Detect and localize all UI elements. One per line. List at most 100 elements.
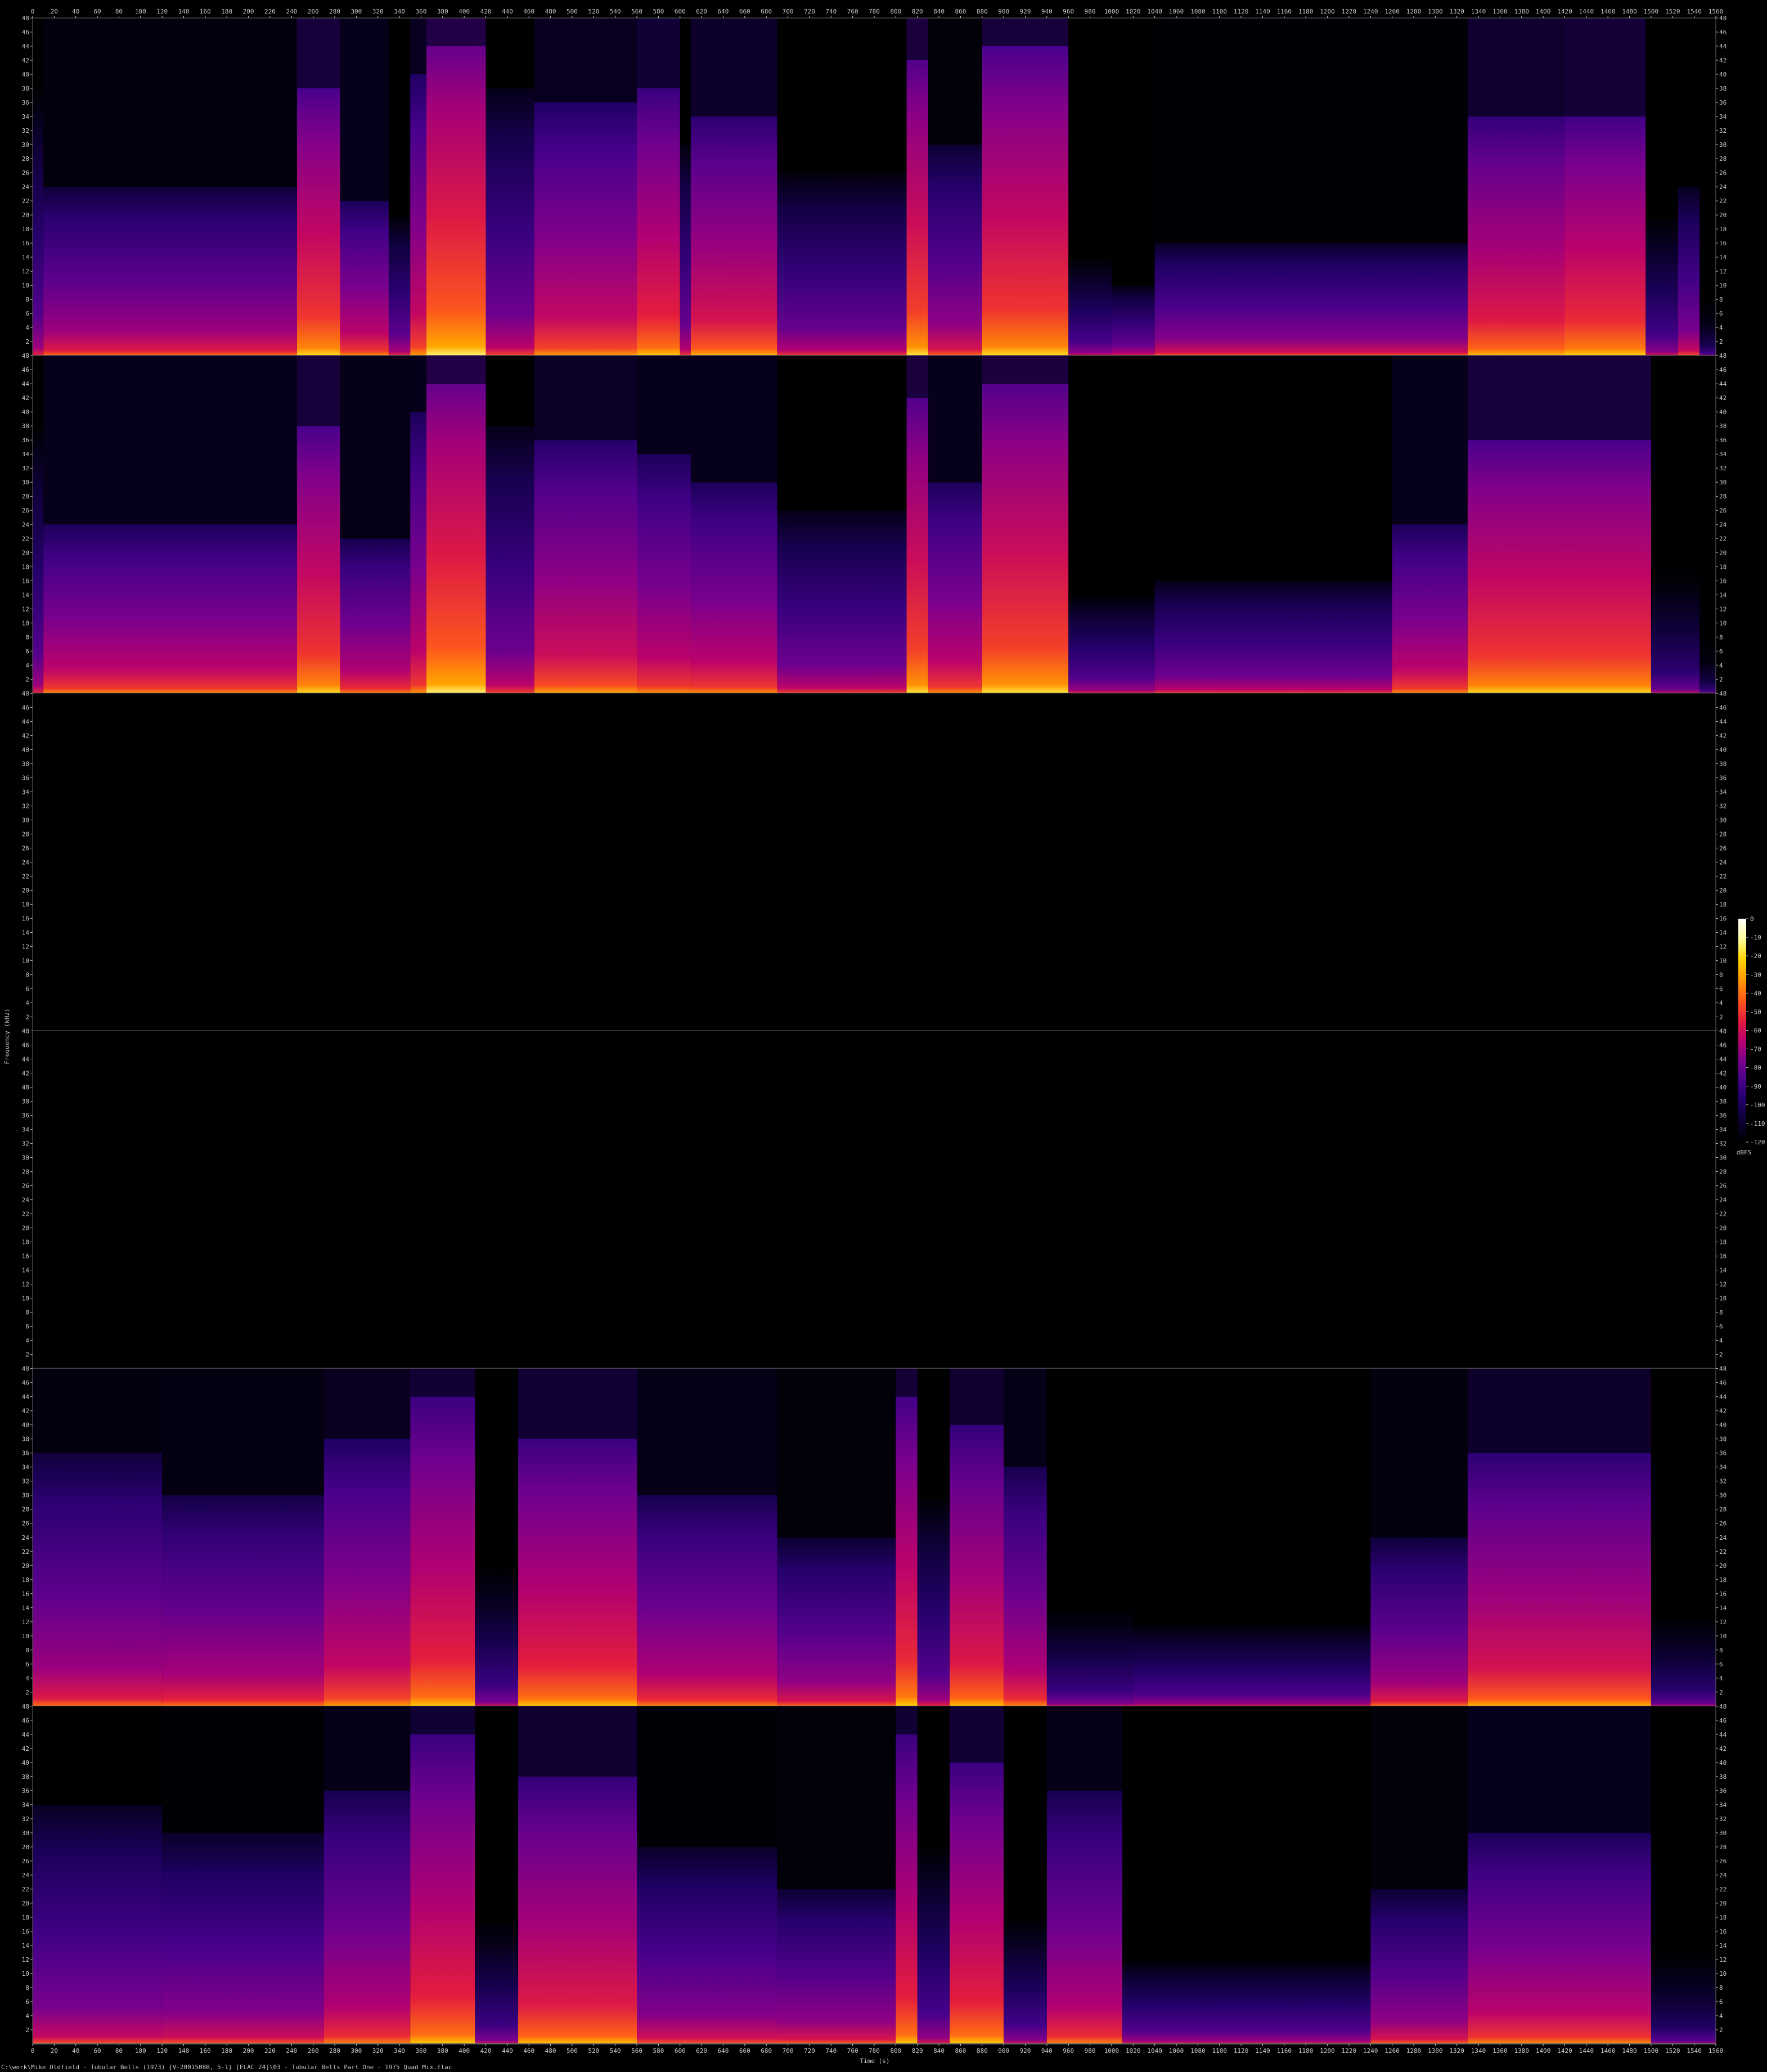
x-tick-label: 280 xyxy=(329,8,340,15)
x-tick-label: 1360 xyxy=(1492,2047,1508,2055)
spectrogram-segment xyxy=(426,384,486,694)
x-tick-label: 1020 xyxy=(1126,2047,1141,2055)
spectrogram-segment xyxy=(340,538,411,694)
y-tick-label: 18 xyxy=(1719,563,1726,570)
y-tick-label: 8 xyxy=(1719,633,1723,641)
colorbar-tick-label: -50 xyxy=(1750,1008,1761,1015)
y-tick-label: 38 xyxy=(1719,1098,1726,1105)
y-tick-label: 14 xyxy=(1719,591,1727,599)
y-tick-label: 10 xyxy=(22,957,29,964)
y-tick-label: 40 xyxy=(22,408,29,416)
spectrogram-segment xyxy=(1133,1621,1371,1706)
x-tick-label: 1140 xyxy=(1255,8,1270,15)
y-tick-label: 32 xyxy=(22,1815,29,1823)
y-tick-label: 10 xyxy=(1719,1295,1726,1302)
spectrogram-segment xyxy=(1678,187,1700,356)
y-tick-label: 18 xyxy=(1719,1576,1726,1584)
spectrogram-segment xyxy=(485,88,534,356)
y-tick-label: 20 xyxy=(1719,549,1726,556)
spectrogram-haze xyxy=(896,1368,918,1397)
spectrogram-haze xyxy=(485,18,534,89)
spectrogram-haze xyxy=(1068,356,1155,595)
x-tick-label: 1460 xyxy=(1600,8,1616,15)
x-tick-label: 1400 xyxy=(1536,2047,1551,2055)
x-tick-label: 640 xyxy=(718,8,729,15)
spectrogram-segment xyxy=(475,1565,519,1706)
x-tick-label: 980 xyxy=(1085,8,1096,15)
x-tick-label: 1240 xyxy=(1363,8,1378,15)
spectrogram-haze xyxy=(33,356,44,426)
y-tick-label: 2 xyxy=(25,338,29,345)
x-tick-label: 860 xyxy=(955,2047,966,2055)
x-tick-label: 1060 xyxy=(1169,8,1184,15)
y-tick-label: 16 xyxy=(1719,1928,1726,1935)
y-tick-label: 22 xyxy=(1719,1886,1726,1893)
y-tick-label: 14 xyxy=(1719,254,1727,261)
y-tick-label: 36 xyxy=(22,1450,29,1457)
x-tick-label: 320 xyxy=(372,2047,384,2055)
y-tick-label: 24 xyxy=(22,521,30,528)
y-tick-label: 32 xyxy=(1719,127,1726,134)
y-tick-label: 4 xyxy=(1719,662,1723,669)
x-tick-label: 1220 xyxy=(1342,8,1357,15)
y-tick-label: 48 xyxy=(22,352,29,359)
y-tick-label: 12 xyxy=(22,1956,29,1963)
y-tick-label: 16 xyxy=(22,1253,29,1260)
x-tick-label: 380 xyxy=(437,2047,448,2055)
y-tick-label: 18 xyxy=(22,563,29,570)
y-tick-label: 26 xyxy=(22,844,29,852)
y-tick-label: 18 xyxy=(22,226,29,233)
spectrogram-haze xyxy=(1564,18,1646,117)
x-tick-label: 260 xyxy=(308,2047,319,2055)
channel-panels xyxy=(33,18,1716,2044)
spectrogram-haze xyxy=(1467,356,1651,441)
spectrogram-haze xyxy=(896,1706,918,1734)
x-tick-label: 80 xyxy=(115,2047,123,2055)
spectrogram-haze xyxy=(1046,1368,1134,1608)
y-tick-label: 24 xyxy=(22,1534,30,1541)
spectrogram-segment xyxy=(906,60,928,356)
spectrogram-haze xyxy=(518,1368,637,1439)
y-tick-label: 44 xyxy=(1719,43,1727,50)
y-tick-label: 36 xyxy=(1719,774,1726,781)
x-tick-label: 1300 xyxy=(1428,8,1443,15)
y-tick-label: 18 xyxy=(22,1914,29,1921)
y-tick-label: 40 xyxy=(1719,1084,1726,1091)
spectrogram-haze xyxy=(162,1706,324,1833)
spectrogram-haze xyxy=(1651,1706,1716,1931)
y-tick-label: 12 xyxy=(1719,1281,1726,1288)
spectrogram-haze xyxy=(410,356,427,412)
spectrogram-segment xyxy=(410,1396,475,1706)
colorbar-tick-label: -20 xyxy=(1750,952,1761,960)
y-tick-label: 34 xyxy=(22,451,30,458)
spectrogram-haze xyxy=(1004,1368,1047,1467)
spectrogram-haze xyxy=(1467,18,1565,117)
y-tick-label: 42 xyxy=(22,732,29,739)
y-tick-label: 46 xyxy=(22,1379,29,1387)
y-tick-label: 24 xyxy=(1719,521,1727,528)
spectrogram-haze xyxy=(1154,18,1468,244)
y-tick-label: 14 xyxy=(22,591,30,599)
y-tick-label: 8 xyxy=(25,1309,29,1316)
y-tick-label: 18 xyxy=(22,1239,29,1246)
spectrogram-haze xyxy=(1122,1706,1371,1959)
spectrogram-haze xyxy=(426,356,486,384)
y-tick-label: 48 xyxy=(1719,1365,1726,1373)
spectrogram-haze xyxy=(475,1368,519,1566)
y-tick-label: 20 xyxy=(22,887,29,894)
channel-panel-ch3 xyxy=(33,693,1716,1032)
y-tick-label: 12 xyxy=(22,268,29,275)
y-tick-label: 38 xyxy=(1719,1773,1726,1781)
spectrogram-haze xyxy=(982,356,1069,384)
y-tick-label: 10 xyxy=(22,1970,29,1977)
y-tick-label: 44 xyxy=(1719,1731,1727,1738)
y-tick-label: 6 xyxy=(25,648,29,655)
spectrogram-segment xyxy=(33,1453,163,1706)
y-tick-label: 34 xyxy=(1719,788,1727,795)
spectrogram-haze xyxy=(1111,18,1155,286)
y-tick-label: 42 xyxy=(22,1745,29,1752)
spectrogram-haze xyxy=(323,1706,411,1791)
spectrogram-segment xyxy=(928,145,982,356)
colorbar-gradient xyxy=(1738,919,1746,1142)
x-tick-label: 560 xyxy=(631,8,642,15)
